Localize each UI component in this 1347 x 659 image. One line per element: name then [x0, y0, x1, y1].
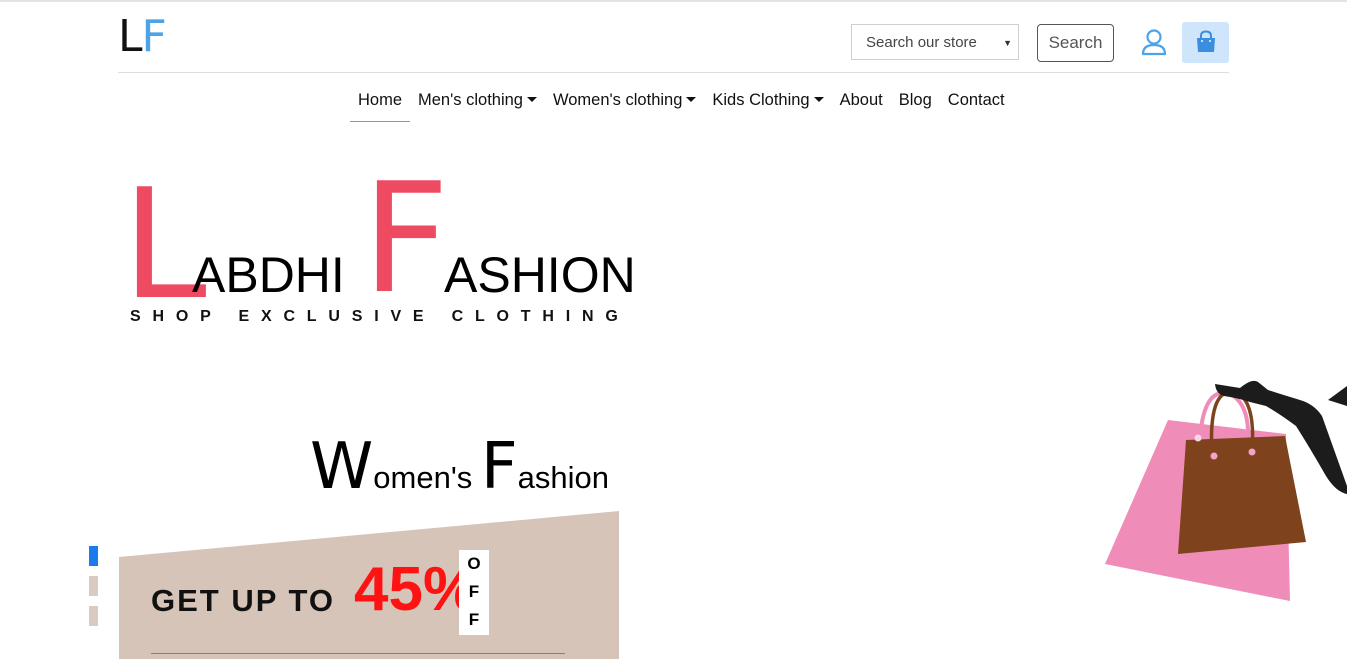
brand-word-ashion: ASHION: [444, 247, 636, 303]
top-border: [0, 0, 1347, 2]
slide-title: Women's Fashion: [310, 430, 610, 504]
nav-contact[interactable]: Contact: [940, 82, 1013, 122]
nav-mens-clothing[interactable]: Men's clothing: [410, 82, 545, 122]
nav-blog[interactable]: Blog: [891, 82, 940, 122]
promo-off-label: O F F: [459, 550, 489, 635]
logo-letter-f: F: [141, 11, 167, 62]
nav-about-label: About: [839, 91, 883, 109]
search-select-value: Search our store: [866, 34, 977, 51]
slide-title-word-1: omen's: [373, 460, 481, 495]
search-button[interactable]: Search: [1037, 24, 1114, 62]
shopping-bag-illustration: [1105, 380, 1347, 601]
slide-title-cap-w: W: [310, 430, 374, 504]
select-caret-icon: ▼: [1003, 38, 1012, 48]
carousel-indicator-2[interactable]: [89, 576, 98, 596]
brand-cap-f: F: [362, 150, 450, 327]
site-logo[interactable]: LF: [118, 11, 167, 62]
nav-contact-label: Contact: [947, 91, 1005, 109]
off-letter: F: [468, 582, 480, 601]
header-divider: [118, 72, 1229, 73]
caret-down-icon: [526, 97, 537, 102]
slide-title-word-2: ashion: [517, 460, 610, 495]
nav-about[interactable]: About: [832, 82, 891, 122]
user-icon[interactable]: [1140, 28, 1168, 56]
carousel-indicator-1[interactable]: [89, 546, 98, 566]
nav-home-label: Home: [358, 91, 403, 109]
nav-womens-label: Women's clothing: [552, 91, 683, 109]
off-letter: O: [467, 554, 481, 573]
caret-down-icon: [686, 97, 697, 102]
nav-kids-clothing[interactable]: Kids Clothing: [704, 82, 831, 122]
caret-down-icon: [813, 97, 824, 102]
nav-kids-label: Kids Clothing: [712, 91, 810, 109]
nav-mens-label: Men's clothing: [418, 91, 523, 109]
shopping-bag-icon: [1197, 30, 1215, 52]
off-letter: F: [468, 610, 480, 629]
search-select[interactable]: Search our store ▼: [851, 24, 1019, 60]
brand-tagline: SHOP EXCLUSIVE CLOTHING: [130, 308, 630, 325]
promo-text: GET UP TO: [151, 583, 335, 618]
carousel-indicator-3[interactable]: [89, 606, 98, 626]
slide-title-cap-f: F: [480, 430, 518, 504]
nav-womens-clothing[interactable]: Women's clothing: [545, 82, 704, 122]
logo-letter-l: L: [118, 11, 142, 62]
promo-divider: [151, 653, 565, 654]
main-nav: Home Men's clothing Women's clothing Kid…: [350, 82, 1013, 122]
brand-word-abdhi: ABDHI: [192, 247, 345, 303]
nav-home[interactable]: Home: [350, 82, 411, 122]
nav-blog-label: Blog: [898, 91, 932, 109]
cart-button[interactable]: [1182, 22, 1229, 63]
